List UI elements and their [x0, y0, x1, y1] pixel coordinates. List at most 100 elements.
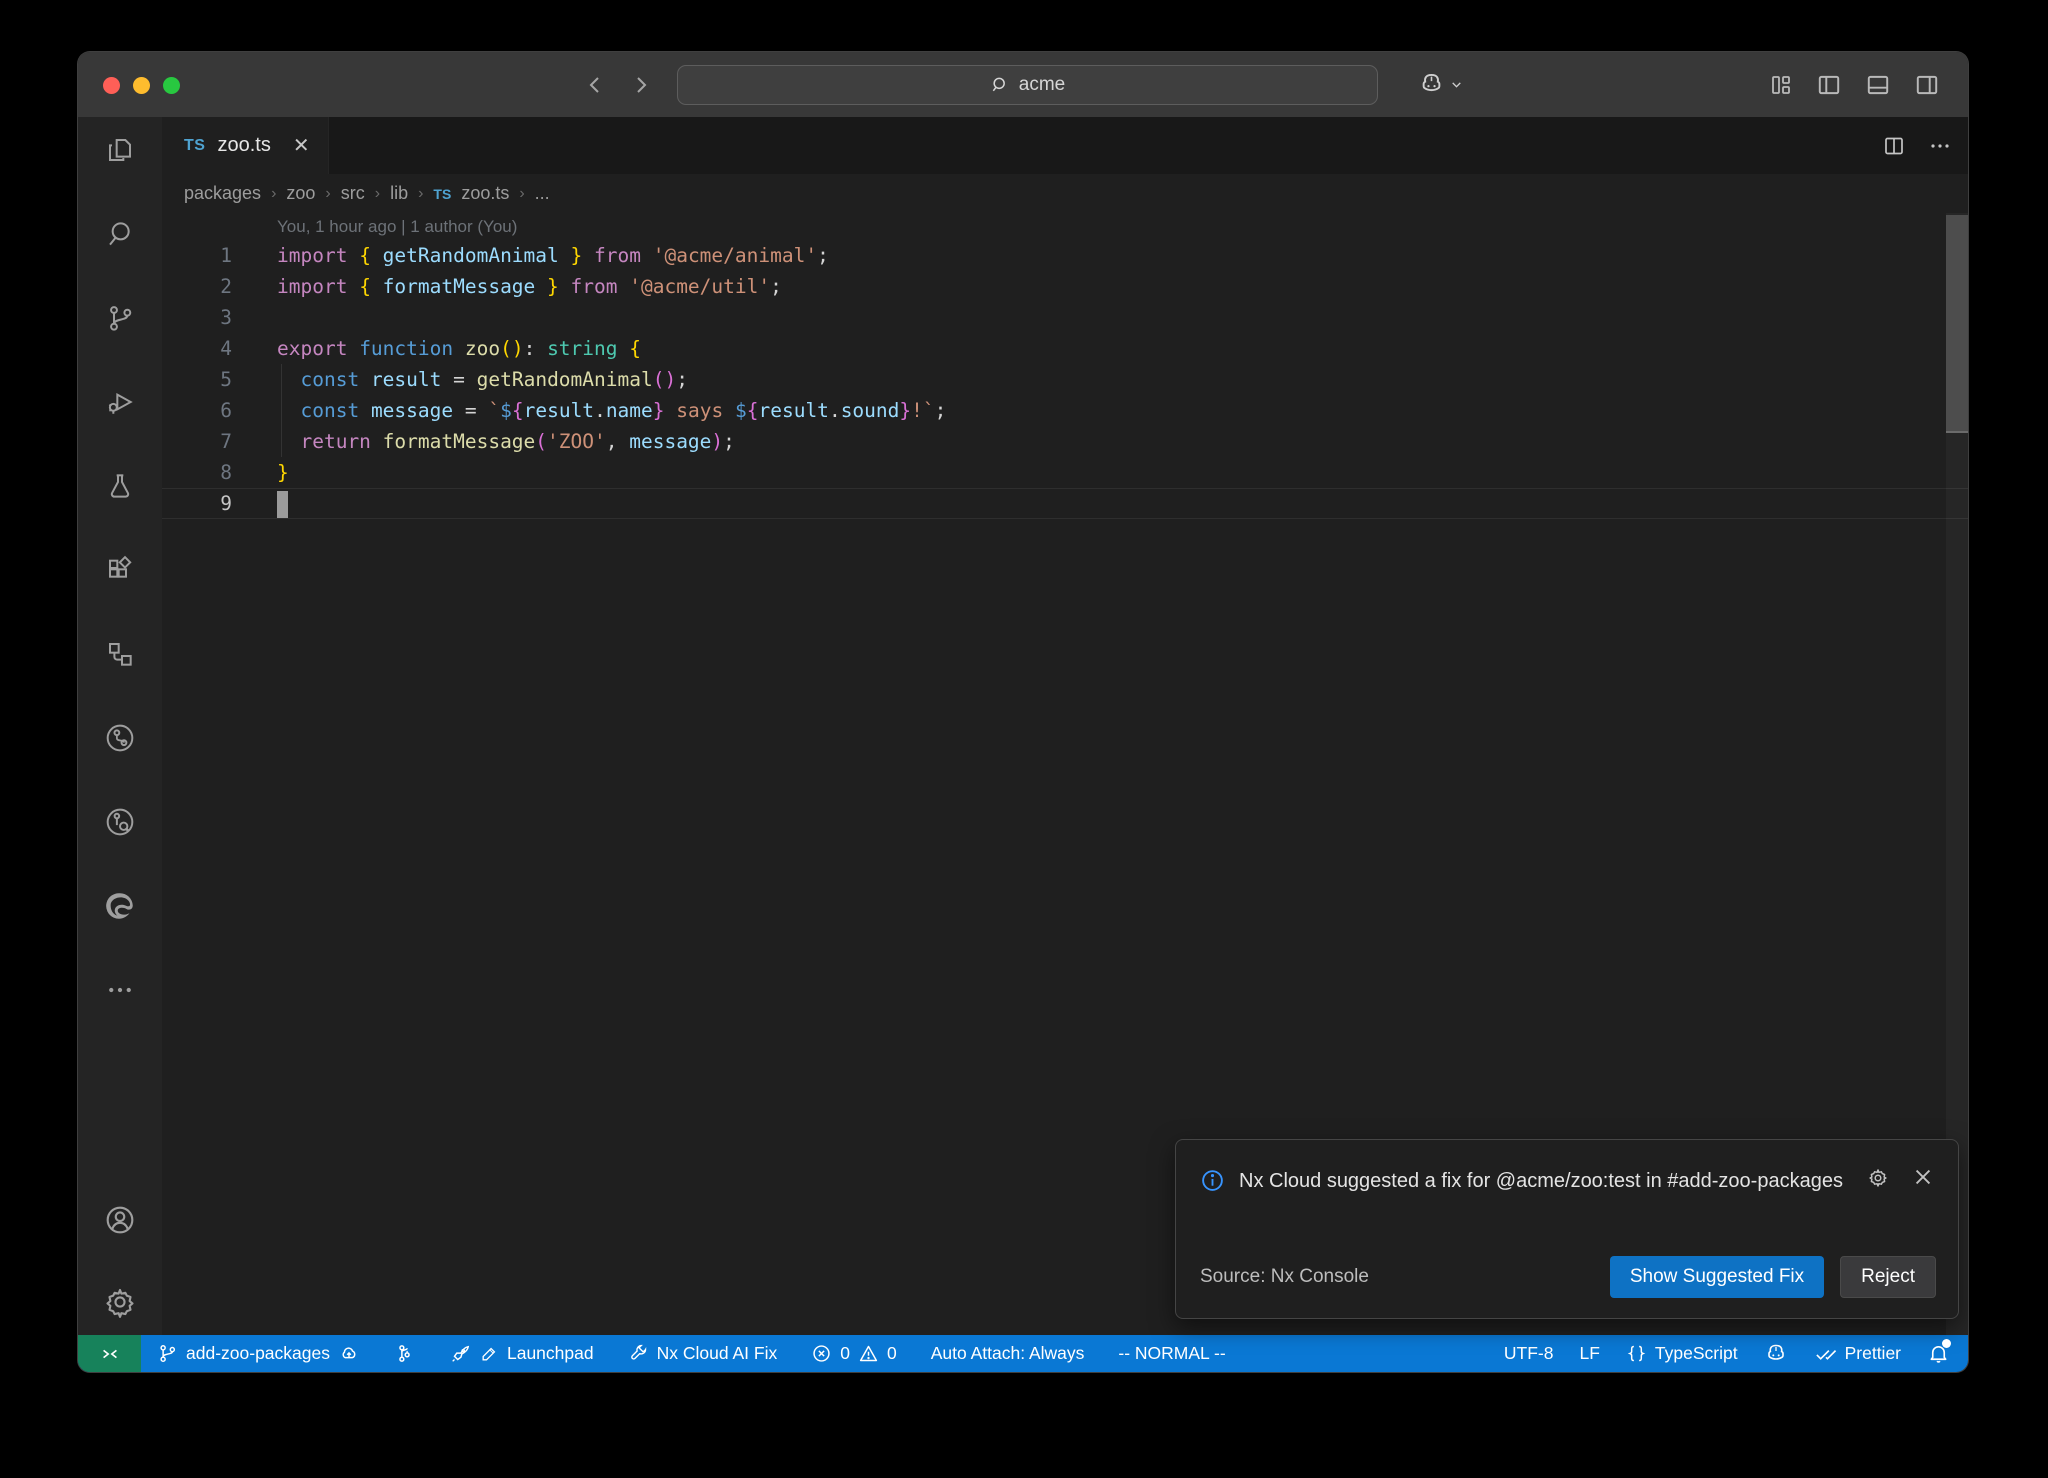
language-label: TypeScript: [1655, 1343, 1738, 1364]
git-branch-icon: [157, 1343, 178, 1364]
line-content: }: [277, 457, 289, 488]
close-window-button[interactable]: [103, 77, 120, 94]
search-value: acme: [1019, 74, 1065, 96]
minimize-window-button[interactable]: [133, 77, 150, 94]
tab-bar: TS zoo.ts ✕: [162, 117, 1968, 174]
back-icon[interactable]: [583, 73, 607, 97]
account-icon[interactable]: [103, 1203, 137, 1237]
breadcrumb: packages › zoo › src › lib › TS zoo.ts ›…: [162, 174, 1968, 213]
remote-indicator[interactable]: [78, 1335, 141, 1372]
breadcrumb-more[interactable]: ...: [535, 183, 550, 204]
breadcrumb-item[interactable]: zoo: [286, 183, 315, 204]
auto-attach-label: Auto Attach: Always: [931, 1343, 1085, 1364]
more-views-icon[interactable]: [103, 973, 137, 1007]
tab-title: zoo.ts: [217, 134, 270, 157]
notification-message: Nx Cloud suggested a fix for @acme/zoo:t…: [1239, 1162, 1852, 1200]
nx-cloud-icon[interactable]: [103, 805, 137, 839]
toggle-secondary-sidebar-icon[interactable]: [1914, 72, 1940, 98]
code-line[interactable]: 9: [162, 488, 1968, 519]
auto-attach-item[interactable]: Auto Attach: Always: [931, 1343, 1085, 1364]
notification-close-icon[interactable]: [1912, 1166, 1934, 1190]
testing-icon[interactable]: [103, 469, 137, 503]
notifications-item[interactable]: [1927, 1342, 1950, 1365]
chevron-down-icon: [1450, 78, 1463, 91]
git-branch-item[interactable]: add-zoo-packages: [157, 1343, 360, 1365]
encoding-label: UTF-8: [1504, 1343, 1554, 1364]
notification-settings-gear-icon[interactable]: [1866, 1166, 1890, 1190]
copilot-menu[interactable]: [1418, 52, 1463, 117]
typescript-file-icon: TS: [433, 186, 451, 202]
breadcrumb-file[interactable]: zoo.ts: [461, 183, 509, 204]
code-lines: 1 import { getRandomAnimal } from '@acme/…: [162, 240, 1968, 519]
reject-button[interactable]: Reject: [1840, 1256, 1936, 1298]
run-debug-icon[interactable]: [103, 385, 137, 419]
settings-gear-icon[interactable]: [103, 1285, 137, 1319]
line-content: const message = `${result.name} says ${r…: [277, 395, 946, 426]
maximize-window-button[interactable]: [163, 77, 180, 94]
eol-item[interactable]: LF: [1579, 1343, 1599, 1364]
breadcrumb-item[interactable]: lib: [390, 183, 408, 204]
nx-cloud-fix-item[interactable]: Nx Cloud AI Fix: [628, 1343, 778, 1364]
scrollbar-thumb[interactable]: [1946, 215, 1968, 433]
error-count: 0: [840, 1343, 850, 1364]
chevron-right-icon: ›: [271, 185, 276, 203]
extensions-icon[interactable]: [103, 553, 137, 587]
titlebar: acme: [78, 52, 1968, 117]
launchpad-label: Launchpad: [507, 1343, 594, 1364]
code-line[interactable]: 4export function zoo(): string {: [162, 333, 1968, 364]
notification-source: Source: Nx Console: [1200, 1266, 1369, 1288]
references-icon[interactable]: [103, 637, 137, 671]
chevron-right-icon: ›: [418, 185, 423, 203]
breadcrumb-item[interactable]: packages: [184, 183, 261, 204]
line-content: import { getRandomAnimal } from '@acme/a…: [277, 240, 829, 271]
breadcrumb-item[interactable]: src: [341, 183, 365, 204]
command-center-search[interactable]: acme: [677, 65, 1378, 105]
blame-annotation: You, 1 hour ago | 1 author (You): [162, 213, 1968, 240]
formatter-item[interactable]: Prettier: [1814, 1342, 1901, 1365]
edge-browser-icon[interactable]: [103, 889, 137, 923]
split-editor-icon[interactable]: [1882, 134, 1906, 158]
toggle-primary-sidebar-icon[interactable]: [1816, 72, 1842, 98]
wrench-icon: [628, 1343, 649, 1364]
customize-layout-icon[interactable]: [1769, 73, 1793, 97]
cloud-upload-icon: [338, 1343, 360, 1365]
tab-close-icon[interactable]: ✕: [293, 133, 310, 158]
tab-zoo-ts[interactable]: TS zoo.ts ✕: [162, 117, 329, 174]
typescript-file-icon: TS: [184, 137, 205, 155]
braces-icon: [1626, 1343, 1647, 1364]
source-control-icon[interactable]: [103, 301, 137, 335]
git-graph-icon: [394, 1343, 415, 1364]
line-number: 7: [162, 426, 232, 457]
code-line[interactable]: 5 const result = getRandomAnimal();: [162, 364, 1968, 395]
git-graph-item[interactable]: [394, 1343, 415, 1364]
nx-console-icon[interactable]: [103, 721, 137, 755]
line-number: 6: [162, 395, 232, 426]
language-mode-item[interactable]: TypeScript: [1626, 1343, 1738, 1364]
code-line[interactable]: 8}: [162, 457, 1968, 488]
encoding-item[interactable]: UTF-8: [1504, 1343, 1554, 1364]
double-check-icon: [1814, 1342, 1837, 1365]
vim-mode-item[interactable]: -- NORMAL --: [1118, 1343, 1225, 1364]
forward-icon[interactable]: [629, 73, 653, 97]
editor-more-actions-icon[interactable]: [1928, 134, 1952, 158]
line-number: 3: [162, 302, 232, 333]
code-line[interactable]: 2import { formatMessage } from '@acme/ut…: [162, 271, 1968, 302]
code-line[interactable]: 6 const message = `${result.name} says $…: [162, 395, 1968, 426]
toggle-panel-icon[interactable]: [1865, 72, 1891, 98]
warning-icon: [858, 1343, 879, 1364]
code-line[interactable]: 1 import { getRandomAnimal } from '@acme/…: [162, 240, 1968, 271]
chevron-right-icon: ›: [519, 185, 524, 203]
launchpad-item[interactable]: Launchpad: [449, 1343, 594, 1365]
code-line[interactable]: 3: [162, 302, 1968, 333]
chevron-right-icon: ›: [325, 185, 330, 203]
line-number: 1: [162, 240, 232, 271]
copilot-icon: [1764, 1342, 1788, 1366]
search-sidebar-icon[interactable]: [103, 217, 137, 251]
warning-count: 0: [887, 1343, 897, 1364]
code-line[interactable]: 7 return formatMessage('ZOO', message);: [162, 426, 1968, 457]
show-suggested-fix-button[interactable]: Show Suggested Fix: [1610, 1256, 1824, 1298]
problems-item[interactable]: 0 0: [811, 1343, 896, 1364]
explorer-icon[interactable]: [103, 133, 137, 167]
edit-pencil-icon: [479, 1344, 499, 1364]
copilot-status-item[interactable]: [1764, 1342, 1788, 1366]
